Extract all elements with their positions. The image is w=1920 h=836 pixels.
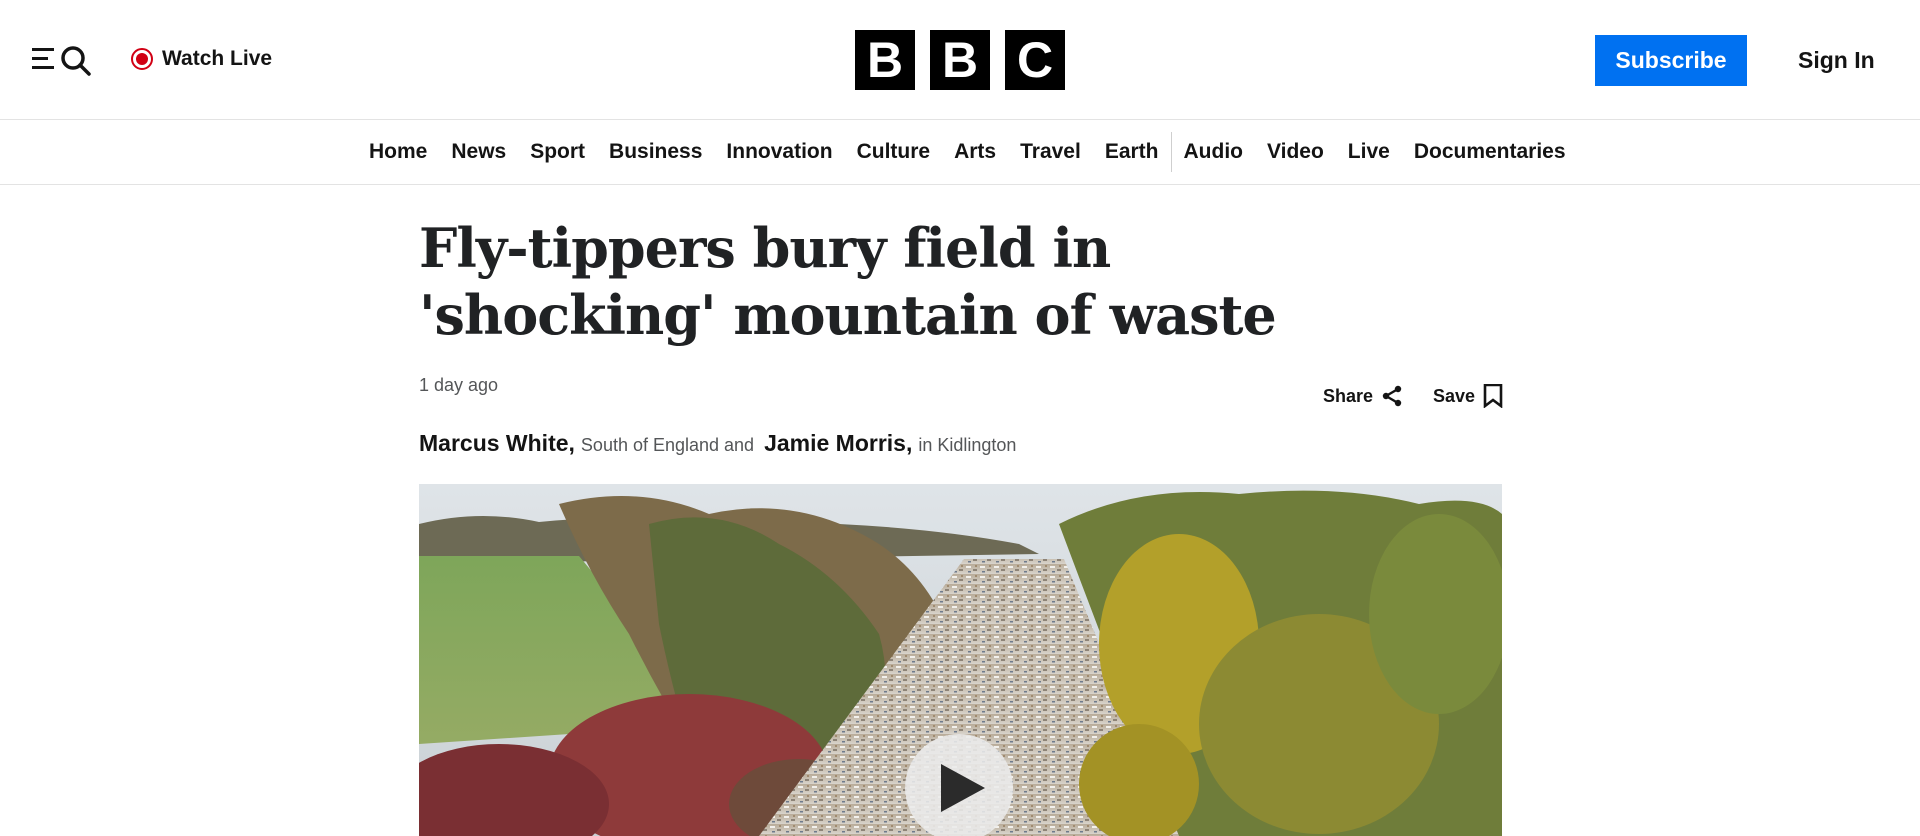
play-icon (941, 764, 985, 812)
bookmark-icon (1483, 384, 1503, 408)
nav-item-home[interactable]: Home (357, 140, 439, 164)
nav-item-travel[interactable]: Travel (1008, 140, 1093, 164)
nav-item-video[interactable]: Video (1255, 140, 1336, 164)
section-nav: Home News Sport Business Innovation Cult… (0, 120, 1920, 185)
subscribe-button[interactable]: Subscribe (1595, 35, 1747, 86)
nav-item-culture[interactable]: Culture (845, 140, 943, 164)
author-role: in Kidlington (918, 435, 1017, 455)
nav-item-sport[interactable]: Sport (518, 140, 597, 164)
nav-item-audio[interactable]: Audio (1172, 140, 1255, 164)
site-header: Watch Live B B C Subscribe Sign In (0, 0, 1920, 120)
logo-letter: B (930, 30, 990, 90)
article-headline: Fly-tippers bury field in 'shocking' mou… (419, 216, 1277, 347)
share-icon (1382, 385, 1402, 407)
nav-item-news[interactable]: News (439, 140, 518, 164)
article-actions: Share Save (1323, 382, 1503, 410)
live-dot-icon (131, 48, 153, 70)
nav-item-documentaries[interactable]: Documentaries (1402, 140, 1578, 164)
play-button[interactable] (905, 734, 1013, 836)
author-role: South of England and (580, 435, 755, 455)
menu-search-button[interactable] (32, 42, 94, 76)
bbc-logo[interactable]: B B C (855, 30, 1065, 90)
nav-item-innovation[interactable]: Innovation (714, 140, 844, 164)
logo-letter: B (855, 30, 915, 90)
sign-in-link[interactable]: Sign In (1798, 44, 1875, 76)
author-name: Marcus White, (419, 430, 575, 456)
save-label: Save (1433, 385, 1476, 406)
watch-live-link[interactable]: Watch Live (131, 44, 272, 74)
share-button[interactable]: Share (1323, 385, 1403, 407)
search-icon (61, 46, 91, 76)
nav-list: Home News Sport Business Innovation Cult… (357, 120, 1578, 184)
nav-item-earth[interactable]: Earth (1093, 140, 1171, 164)
nav-item-business[interactable]: Business (597, 140, 714, 164)
menu-icon (32, 48, 54, 69)
watch-live-label: Watch Live (162, 47, 273, 70)
nav-item-arts[interactable]: Arts (942, 140, 1008, 164)
save-button[interactable]: Save (1433, 384, 1503, 408)
nav-item-live[interactable]: Live (1336, 140, 1402, 164)
byline: Marcus White, South of England and Jamie… (419, 430, 1016, 460)
author-name: Jamie Morris, (764, 430, 913, 456)
share-label: Share (1323, 385, 1374, 406)
video-player[interactable] (419, 484, 1502, 836)
logo-letter: C (1005, 30, 1065, 90)
article-timestamp: 1 day ago (419, 375, 499, 395)
